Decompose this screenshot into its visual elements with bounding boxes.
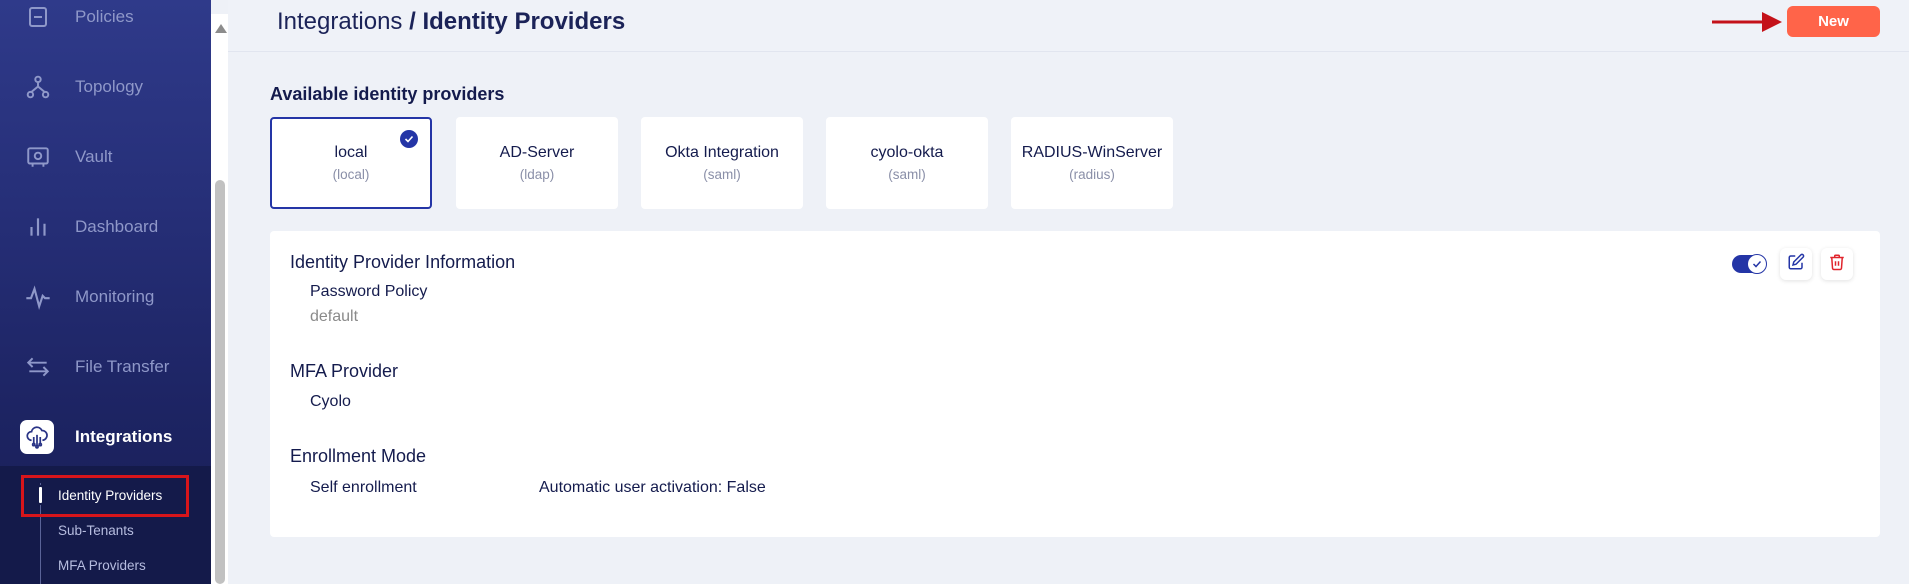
new-button[interactable]: New — [1787, 6, 1880, 37]
sidebar-item-label: Policies — [75, 7, 134, 26]
provider-card[interactable]: Okta Integration (saml) — [641, 117, 803, 209]
sidebar-item-dashboard[interactable]: Dashboard — [0, 197, 211, 257]
sidebar-item-label: File Transfer — [75, 357, 170, 376]
sidebar-item-label: Topology — [75, 77, 144, 96]
scrollbar-thumb[interactable] — [215, 180, 225, 584]
provider-name: AD-Server — [499, 144, 575, 161]
toggle-check-icon — [1747, 254, 1767, 274]
auto-activation-value: Automatic user activation: False — [539, 479, 766, 496]
trash-icon — [1828, 253, 1846, 276]
section-title: Available identity providers — [270, 84, 505, 104]
provider-card[interactable]: cyolo-okta (saml) — [826, 117, 988, 209]
provider-name: local — [334, 144, 368, 161]
sidebar-item-policies[interactable]: Policies — [0, 0, 211, 47]
scroll-up-arrow-icon[interactable] — [215, 24, 227, 33]
provider-type: (saml) — [888, 167, 926, 182]
breadcrumb-current: Identity Providers — [422, 8, 626, 35]
provider-card[interactable]: RADIUS-WinServer (radius) — [1011, 117, 1173, 209]
sidebar-item-topology[interactable]: Topology — [0, 57, 211, 117]
subnav-item-sub-tenants[interactable]: Sub-Tenants — [58, 523, 134, 538]
topology-icon — [22, 71, 54, 103]
sidebar-item-integrations[interactable]: Integrations — [0, 407, 211, 467]
password-policy-label: Password Policy — [310, 283, 428, 300]
sidebar-item-label: Integrations — [75, 427, 173, 446]
annotation-arrow-icon — [1712, 11, 1784, 38]
provider-type: (saml) — [703, 167, 741, 182]
file-transfer-icon — [22, 351, 54, 383]
edit-icon — [1787, 253, 1805, 276]
provider-type: (ldap) — [519, 167, 555, 182]
vault-icon — [22, 141, 54, 173]
integrations-icon — [20, 420, 54, 454]
sidebar-item-label: Dashboard — [75, 217, 159, 236]
check-icon — [400, 130, 418, 148]
provider-type: (local) — [332, 167, 370, 182]
provider-details-panel: Identity Provider Information Password P… — [270, 231, 1880, 537]
password-policy-value: default — [310, 308, 359, 325]
provider-name: Okta Integration — [665, 144, 779, 161]
mfa-title: MFA Provider — [290, 361, 399, 381]
sidebar-item-label: Monitoring — [75, 287, 155, 306]
enrollment-title: Enrollment Mode — [290, 446, 427, 466]
breadcrumb-parent[interactable]: Integrations — [277, 8, 402, 35]
provider-card[interactable]: AD-Server (ldap) — [456, 117, 618, 209]
enrollment-value: Self enrollment — [310, 479, 417, 496]
provider-name: RADIUS-WinServer — [1021, 144, 1163, 161]
sidebar-item-vault[interactable]: Vault — [0, 127, 211, 187]
breadcrumb: Integrations / Identity Providers — [277, 8, 625, 36]
annotation-highlight-box — [21, 475, 189, 517]
sidebar: Policies Topology Vault Dashboard Monito… — [0, 0, 211, 584]
subnav-item-mfa-providers[interactable]: MFA Providers — [58, 558, 146, 573]
edit-button[interactable] — [1780, 248, 1812, 280]
info-title: Identity Provider Information — [290, 252, 516, 272]
enabled-toggle[interactable] — [1732, 254, 1767, 274]
breadcrumb-separator: / — [402, 8, 423, 35]
provider-type: (radius) — [1069, 167, 1115, 182]
provider-name: cyolo-okta — [870, 144, 944, 161]
monitoring-icon — [22, 281, 54, 313]
sidebar-item-file-transfer[interactable]: File Transfer — [0, 337, 211, 397]
sidebar-item-label: Vault — [75, 147, 113, 166]
sidebar-item-monitoring[interactable]: Monitoring — [0, 267, 211, 327]
dashboard-icon — [22, 211, 54, 243]
policies-icon — [22, 1, 54, 33]
delete-button[interactable] — [1821, 248, 1853, 280]
provider-card[interactable]: local (local) — [270, 117, 432, 209]
mfa-value: Cyolo — [310, 393, 351, 410]
